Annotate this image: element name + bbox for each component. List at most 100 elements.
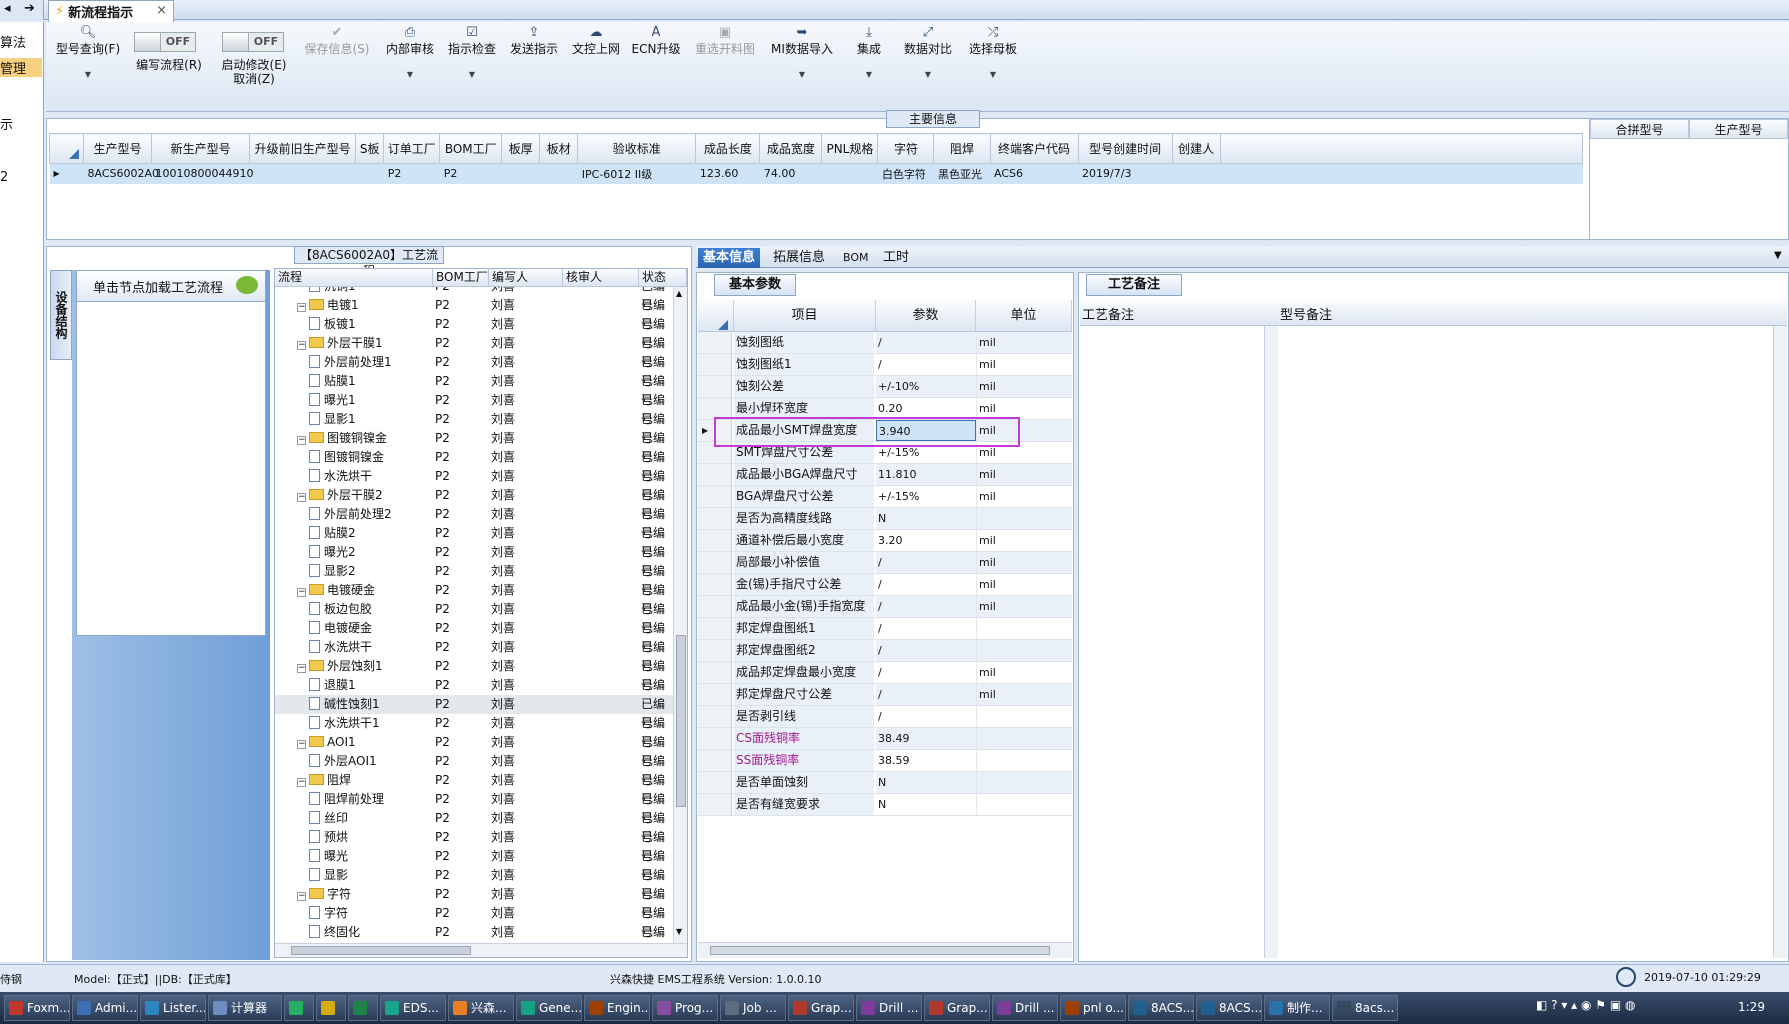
collapse-icon[interactable]: − [297,588,306,597]
chevron-down-icon[interactable]: ▼ [846,68,892,82]
collapse-icon[interactable]: − [297,664,306,673]
back-arrow-icon[interactable]: ◂ [4,1,11,16]
param-value-field[interactable]: / [876,684,976,705]
param-value-field[interactable]: N [876,772,976,793]
param-row[interactable]: 通道补偿后最小宽度 3.20 mil [698,530,1072,552]
param-value-field[interactable]: 38.59 [876,750,976,771]
column-header[interactable]: 订单工厂 [383,133,441,164]
process-tree-row[interactable]: − 电镀硬金 P2 刘喜 已编号 [275,581,675,616]
param-value-field[interactable]: / [876,618,976,639]
param-row[interactable]: CS面残铜率 38.49 [698,728,1072,750]
taskbar-item[interactable]: Gene... [516,995,582,1021]
process-tree-row[interactable]: 终固化 P2 刘喜 已编号 [275,923,675,942]
column-header[interactable]: 创建人 [1171,133,1221,164]
collapse-icon[interactable]: − [297,303,306,312]
chevron-down-icon[interactable]: ▼ [444,68,500,82]
param-row[interactable]: SS面残铜率 38.59 [698,750,1072,772]
chevron-down-icon[interactable]: ▼ [382,68,438,82]
process-tree-row[interactable]: − 阻焊 P2 刘喜 已编号 [275,771,675,806]
param-row[interactable]: 邦定焊盘图纸1/ [698,618,1072,640]
table-cell[interactable]: 10010800044910 [151,163,254,184]
table-cell[interactable]: P2 [439,163,502,184]
process-tree-row[interactable]: 显影 P2 刘喜 已编号 [275,866,675,901]
taskbar-item[interactable]: pnl o... [1060,995,1126,1021]
param-value-field[interactable]: 0.20 [876,398,976,419]
taskbar-item[interactable]: Drill ... [856,995,922,1021]
process-tree-row[interactable]: − 电镀1 P2 刘喜 已编号 [275,296,675,331]
process-tree-row[interactable]: 贴膜2 P2 刘喜 已编号 [275,524,675,559]
mi-data-import-button[interactable]: ➥ MI数据导入 ▼ [764,26,840,82]
data-compare-button[interactable]: ⤢ 数据对比 ▼ [898,26,958,82]
process-tree-row[interactable]: 图镀铜镍金 P2 刘喜 已编号 [275,448,675,483]
taskbar-item[interactable]: Prog... [652,995,718,1021]
param-value-field[interactable]: / [876,596,976,617]
collapse-icon[interactable]: − [297,892,306,901]
column-header[interactable]: 板材 [539,133,579,164]
process-tree-row[interactable]: 退膜1P2刘喜已编号 [275,676,675,711]
table-cell[interactable]: 8ACS6002A0 [83,163,159,184]
column-header[interactable]: 阻焊 [933,133,991,164]
nav-item-active[interactable]: 管理 [0,58,42,77]
table-cell[interactable] [539,163,578,184]
param-value-field[interactable]: 38.49 [876,728,976,749]
model-remarks-field[interactable] [1280,326,1787,958]
table-cell[interactable]: P2 [383,163,440,184]
param-value-field[interactable]: N [876,508,976,529]
start-edit-switch[interactable]: OFF [222,32,284,52]
instruction-check-button[interactable]: ☑ 指示检查 ▼ [444,26,500,82]
integrate-button[interactable]: ⤓ 集成 ▼ [846,26,892,82]
table-cell[interactable]: 白色字符 [877,163,934,184]
process-tree-row[interactable]: 外层前处理1 P2 刘喜 已编号 [275,353,675,388]
chevron-down-icon[interactable]: ▼ [54,68,122,82]
column-header[interactable]: 成品长度 [695,133,761,164]
taskbar-item[interactable]: Job ... [720,995,786,1021]
tab-bom[interactable]: BOM [838,248,874,268]
param-row[interactable]: 金(锡)手指尺寸公差 / mil [698,574,1072,596]
process-tree-row[interactable]: − AOI1 P2 刘喜 已编号 [275,733,675,768]
collapse-icon[interactable]: − [297,341,306,350]
process-tree-row[interactable]: − 外层干膜1 P2 刘喜 已编号 [275,334,675,369]
param-row[interactable]: 是否有缝宽要求 N [698,794,1072,816]
process-tree-row[interactable]: − 字符 P2 刘喜 已编号 [275,885,675,920]
table-cell[interactable] [355,163,384,184]
table-cell[interactable]: 2019/7/3 [1078,163,1173,184]
process-tree-row[interactable]: 水洗烘干 P2 刘喜 已编号 [275,467,675,502]
param-row[interactable]: BGA焊盘尺寸公差 +/-15% mil [698,486,1072,508]
param-value-field[interactable]: +/-10% [876,376,976,397]
tab-extended-info[interactable]: 拓展信息 [768,248,830,268]
taskbar-item[interactable]: Grap... [788,995,854,1021]
column-header[interactable]: 验收标准 [577,133,697,164]
process-tree-row[interactable]: 水洗烘干 P2 刘喜 已编号 [275,638,675,673]
taskbar-item[interactable]: 8ACS... [1128,995,1194,1021]
process-tree-row[interactable]: 字符 P2 刘喜 已编号 [275,904,675,939]
process-tree-row[interactable]: 曝光1 P2 刘喜 已编号 [275,391,675,426]
param-row[interactable]: 是否剥引线 / [698,706,1072,728]
hscroll-thumb[interactable] [291,946,471,955]
column-header[interactable]: 生产型号 [83,133,153,164]
close-icon[interactable]: × [156,3,167,18]
internal-review-button[interactable]: ⎙ 内部审核 ▼ [382,26,438,82]
process-tree-row[interactable]: 外层前处理2 P2 刘喜 已编号 [275,505,675,540]
param-value-field[interactable]: +/-15% [876,486,976,507]
table-cell[interactable] [501,163,540,184]
taskbar-item[interactable]: 计算器 [208,995,282,1021]
taskbar-item[interactable]: Drill ... [992,995,1058,1021]
reselect-cut-chart-button[interactable]: ▣ 重选开料图 [688,26,762,57]
table-cell[interactable]: 123.60 [695,163,760,184]
doc-control-online-button[interactable]: ☁ 文控上网 [568,26,624,57]
column-header[interactable]: 升级前旧生产型号 [249,133,357,164]
param-value-field[interactable]: / [876,662,976,683]
nav-item[interactable]: 示 [0,114,13,133]
param-value-field[interactable]: 11.810 [876,464,976,485]
column-header[interactable]: S板 [355,133,385,164]
param-row[interactable]: 蚀刻图纸1/mil [698,354,1072,376]
table-cell[interactable]: 74.00 [759,163,822,184]
taskbar-item[interactable]: Grap... [924,995,990,1021]
column-header[interactable]: PNL规格 [821,133,879,164]
chevron-down-icon[interactable]: ▼ [1774,250,1782,261]
table-cell[interactable] [1172,163,1221,184]
param-row[interactable]: 是否单面蚀刻 N [698,772,1072,794]
process-tree-row[interactable]: 贴膜1 P2 刘喜 已编号 [275,372,675,407]
param-row[interactable]: 成品邦定焊盘最小宽度 / mil [698,662,1072,684]
table-cell[interactable]: ACS6 [990,163,1079,184]
